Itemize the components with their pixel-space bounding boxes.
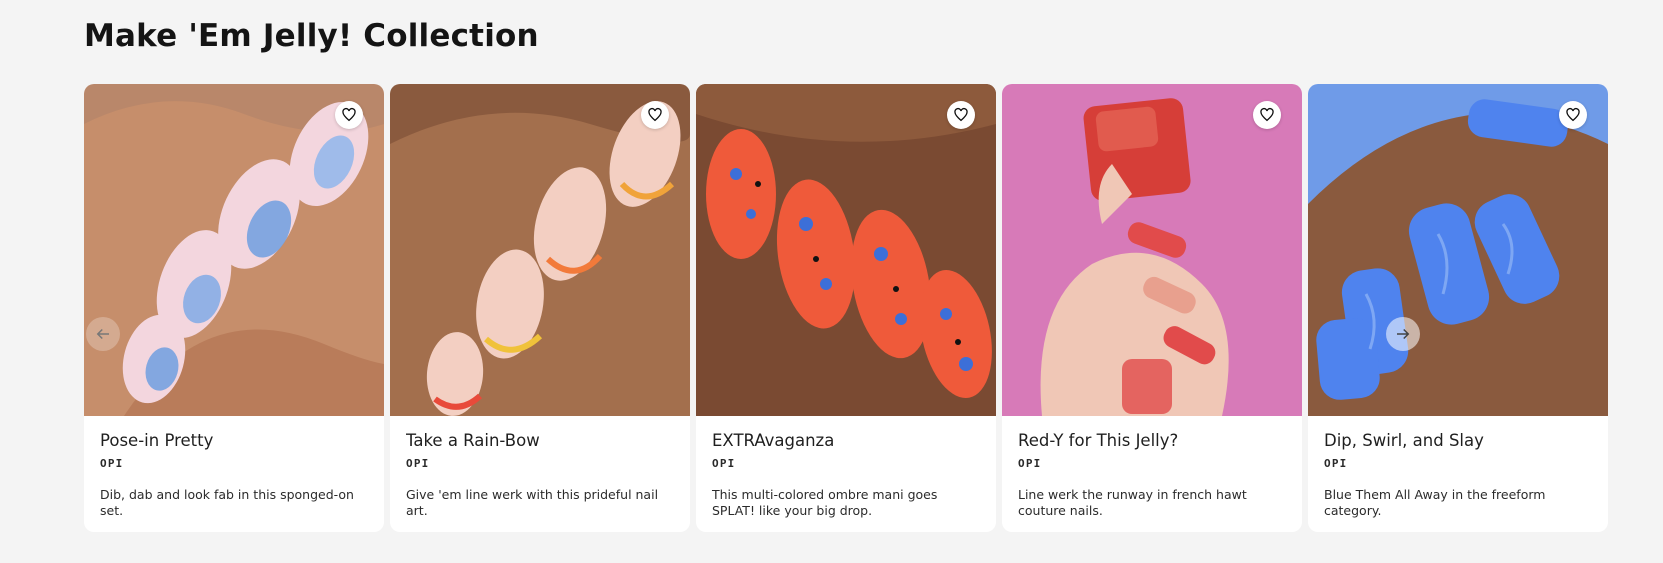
card-title[interactable]: Take a Rain-Bow: [406, 431, 674, 450]
card-description: Blue Them All Away in the freeform categ…: [1324, 487, 1546, 518]
card-body: Take a Rain-Bow OPI Give 'em line werk w…: [390, 416, 690, 532]
heart-icon: [1260, 107, 1274, 122]
favorite-button[interactable]: [641, 101, 669, 129]
section-title: Make 'Em Jelly! Collection: [84, 18, 539, 54]
card-description: Dib, dab and look fab in this sponged-on…: [100, 487, 354, 518]
card-description: Give 'em line werk with this prideful na…: [406, 487, 659, 518]
card-title[interactable]: Dip, Swirl, and Slay: [1324, 431, 1592, 450]
product-card[interactable]: Pose-in Pretty OPI Dib, dab and look fab…: [84, 84, 384, 532]
heart-icon: [342, 107, 356, 122]
product-card[interactable]: EXTRAvaganza OPI This multi-colored ombr…: [696, 84, 996, 532]
carousel-next-button[interactable]: [1386, 317, 1420, 351]
nail-photo: [84, 84, 384, 416]
favorite-button[interactable]: [335, 101, 363, 129]
card-description: This multi-colored ombre mani goes SPLAT…: [712, 487, 938, 518]
nail-photo: [696, 84, 996, 416]
nail-photo: [1002, 84, 1302, 416]
product-image[interactable]: [696, 84, 996, 416]
nail-photo: [390, 84, 690, 416]
carousel-track: Pose-in Pretty OPI Dib, dab and look fab…: [84, 84, 1608, 532]
product-carousel: Pose-in Pretty OPI Dib, dab and look fab…: [84, 84, 1608, 532]
card-body: Dip, Swirl, and Slay OPI Blue Them All A…: [1308, 416, 1608, 532]
product-image[interactable]: [1308, 84, 1608, 416]
product-image[interactable]: [84, 84, 384, 416]
heart-icon: [954, 107, 968, 122]
card-body: Red-Y for This Jelly? OPI Line werk the …: [1002, 416, 1302, 532]
product-card[interactable]: Dip, Swirl, and Slay OPI Blue Them All A…: [1308, 84, 1608, 532]
product-card[interactable]: Take a Rain-Bow OPI Give 'em line werk w…: [390, 84, 690, 532]
card-brand: OPI: [406, 457, 430, 470]
arrow-right-icon: [1397, 328, 1410, 340]
product-image[interactable]: [390, 84, 690, 416]
heart-icon: [648, 107, 662, 122]
favorite-button[interactable]: [947, 101, 975, 129]
card-brand: OPI: [712, 457, 736, 470]
card-body: EXTRAvaganza OPI This multi-colored ombr…: [696, 416, 996, 532]
favorite-button[interactable]: [1559, 101, 1587, 129]
card-title[interactable]: Pose-in Pretty: [100, 431, 368, 450]
heart-icon: [1566, 107, 1580, 122]
nail-photo: [1308, 84, 1608, 416]
card-title[interactable]: EXTRAvaganza: [712, 431, 980, 450]
carousel-prev-button[interactable]: [86, 317, 120, 351]
card-body: Pose-in Pretty OPI Dib, dab and look fab…: [84, 416, 384, 532]
card-description: Line werk the runway in french hawt cout…: [1018, 487, 1247, 518]
arrow-left-icon: [96, 328, 109, 340]
product-card[interactable]: Red-Y for This Jelly? OPI Line werk the …: [1002, 84, 1302, 532]
card-brand: OPI: [1324, 457, 1348, 470]
card-title[interactable]: Red-Y for This Jelly?: [1018, 431, 1286, 450]
card-brand: OPI: [1018, 457, 1042, 470]
product-image[interactable]: [1002, 84, 1302, 416]
card-brand: OPI: [100, 457, 124, 470]
favorite-button[interactable]: [1253, 101, 1281, 129]
